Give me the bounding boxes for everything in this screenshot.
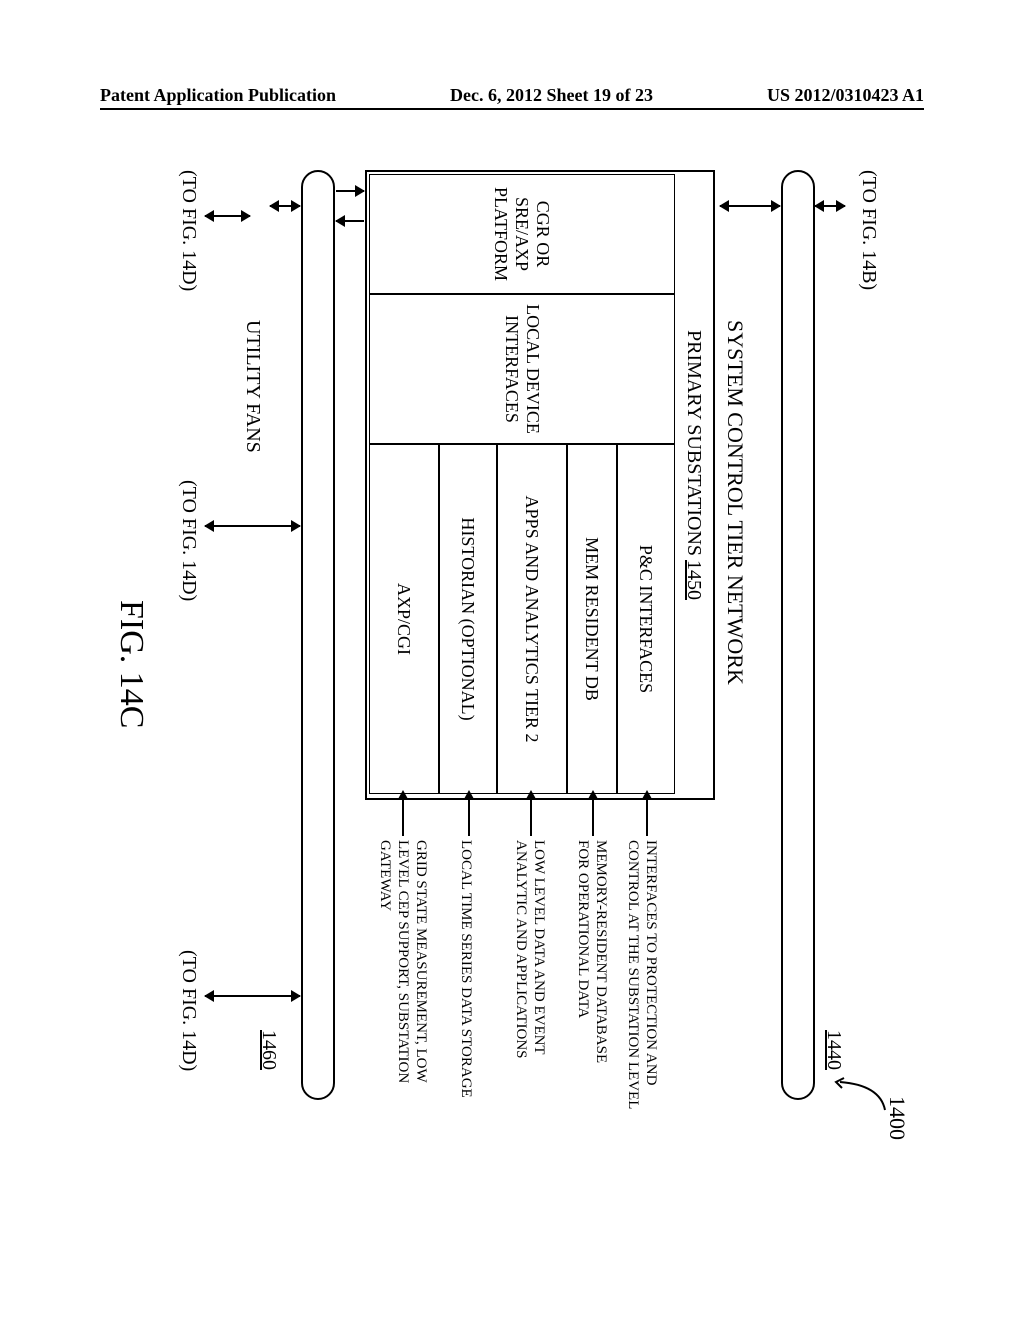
desc-apps-analytics: LOW LEVEL DATA AND EVENT ANALYTIC AND AP… (512, 840, 548, 1120)
link-to-fig-14d-2: (TO FIG. 14D) (177, 480, 200, 601)
desc-pc-interfaces: INTERFACES TO PROTECTION AND CONTROL AT … (624, 840, 660, 1120)
arrow-icon (336, 190, 364, 192)
leader-line (530, 794, 532, 836)
link-to-fig-14b: (TO FIG. 14B) (857, 170, 880, 290)
ref-1440: 1440 (822, 1030, 845, 1070)
leader-line (646, 794, 648, 836)
bus-utility-fans (301, 170, 335, 1100)
leader-line (402, 794, 404, 836)
leader-line (468, 794, 470, 836)
header-rule (100, 108, 924, 110)
arrow-icon (205, 525, 300, 527)
leader-curve-icon (820, 1070, 890, 1120)
link-to-fig-14d-3: (TO FIG. 14D) (177, 950, 200, 1071)
bus-system-control-network (781, 170, 815, 1100)
arrow-icon (205, 215, 250, 217)
box-mem-resident-db: MEM RESIDENT DB (567, 444, 617, 794)
title-primary-substations: PRIMARY SUBSTATIONS (682, 330, 705, 556)
title-system-control: SYSTEM CONTROL TIER NETWORK (722, 320, 748, 685)
box-axp-cgi: AXP/CGI (369, 444, 439, 794)
leader-line (592, 794, 594, 836)
header-date-sheet: Dec. 6, 2012 Sheet 19 of 23 (450, 85, 653, 106)
desc-historian: LOCAL TIME SERIES DATA STORAGE (457, 840, 475, 1100)
header-patent-number: US 2012/0310423 A1 (767, 85, 924, 106)
figure-area: (TO FIG. 14B) 1400 1440 SYSTEM CONTROL T… (10, 240, 1010, 1060)
box-pc-interfaces: P&C INTERFACES (617, 444, 675, 794)
ref-1460: 1460 (257, 1030, 280, 1070)
box-cgr-platform: CGR OR SRE/AXP PLATFORM (369, 174, 675, 294)
link-to-fig-14d-1: (TO FIG. 14D) (177, 170, 200, 291)
box-apps-analytics: APPS AND ANALYTICS TIER 2 (497, 444, 567, 794)
ref-1450: 1450 (682, 560, 705, 600)
page-header: Patent Application Publication Dec. 6, 2… (0, 85, 1024, 106)
title-utility-fans: UTILITY FANS (241, 320, 264, 453)
box-local-device-interfaces: LOCAL DEVICE INTERFACES (369, 294, 675, 444)
figure-label: FIG. 14C (112, 600, 150, 728)
arrow-icon (815, 205, 845, 207)
desc-axp-cgi: GRID STATE MEASUREMENT, LOW LEVEL CEP SU… (376, 840, 430, 1120)
desc-mem-db: MEMORY-RESIDENT DATABASE FOR OPERATIONAL… (574, 840, 610, 1080)
arrow-icon (336, 220, 364, 222)
box-historian: HISTORIAN (OPTIONAL) (439, 444, 497, 794)
arrow-icon (720, 205, 780, 207)
arrow-icon (270, 205, 300, 207)
header-publication: Patent Application Publication (100, 85, 336, 106)
arrow-icon (205, 995, 300, 997)
